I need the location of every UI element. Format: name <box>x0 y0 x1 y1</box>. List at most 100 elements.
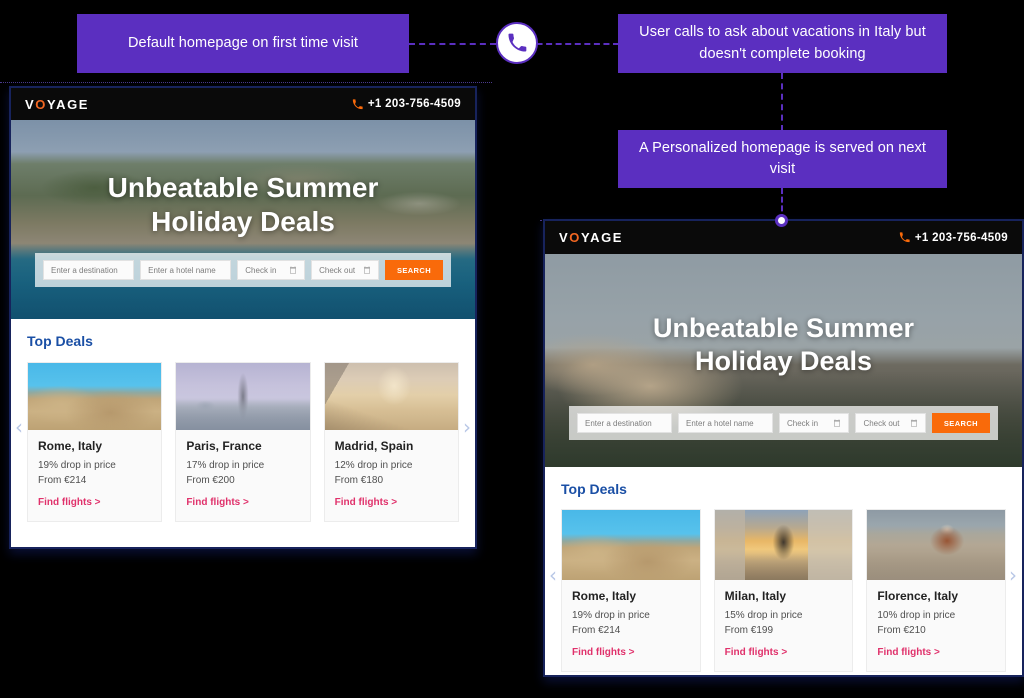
voyage-logo[interactable]: VOYAGE <box>559 230 623 245</box>
deal-card[interactable]: Madrid, Spain 12% drop in price From €18… <box>323 362 459 522</box>
deal-image-eiffel-tower <box>176 363 310 430</box>
checkin-input[interactable]: Check in <box>778 413 850 433</box>
deal-price-drop: 12% drop in price <box>334 460 413 471</box>
logo-v: V <box>559 230 570 245</box>
deal-from-price: From €210 <box>877 624 926 636</box>
deal-card[interactable]: Florence, Italy 10% drop in price From €… <box>866 509 1007 672</box>
phone-icon <box>352 98 363 109</box>
site-header: VOYAGE +1 203-756-4509 <box>11 88 475 120</box>
deal-price-drop: 19% drop in price <box>38 460 116 471</box>
hero-title-line2: Holiday Deals <box>694 345 873 376</box>
deal-city: Rome, Italy <box>572 589 637 603</box>
deal-from-price: From €214 <box>572 624 621 636</box>
logo-o: O <box>35 96 47 112</box>
hero-banner: Unbeatable Summer Holiday Deals Enter a … <box>11 120 475 319</box>
find-flights-link[interactable]: Find flights > <box>877 647 940 658</box>
header-phone-number: +1 203-756-4509 <box>367 98 461 110</box>
phone-icon <box>496 22 538 64</box>
checkout-placeholder: Check out <box>863 418 900 428</box>
deal-cards: Rome, Italy 19% drop in price From €214 … <box>27 362 459 522</box>
top-deals-title: Top Deals <box>561 481 627 497</box>
header-phone[interactable]: +1 203-756-4509 <box>899 232 1008 244</box>
deal-card-body: Paris, France 17% drop in price From €20… <box>176 430 309 521</box>
hotel-input[interactable]: Enter a hotel name <box>140 260 232 280</box>
find-flights-link[interactable]: Find flights > <box>38 497 101 508</box>
find-flights-link[interactable]: Find flights > <box>725 647 788 658</box>
deal-image-madrid-street <box>324 363 458 430</box>
carousel-prev-button[interactable]: ‹ <box>15 417 23 437</box>
deal-city: Madrid, Spain <box>334 439 414 453</box>
deal-from-price: From €180 <box>334 474 384 486</box>
calendar-icon <box>834 419 841 427</box>
logo-v: V <box>25 96 36 112</box>
carousel-next-button[interactable]: › <box>463 417 471 437</box>
checkin-input[interactable]: Check in <box>237 260 306 280</box>
deal-card[interactable]: Milan, Italy 15% drop in price From €199… <box>713 509 854 672</box>
deal-from-price: From €200 <box>186 474 235 486</box>
search-button[interactable]: SEARCH <box>384 260 444 280</box>
search-bar: Enter a destination Enter a hotel name C… <box>35 253 451 287</box>
logo-yage: YAGE <box>581 230 624 245</box>
top-deals-section: Top Deals ‹ › Rome, Italy 19% drop in pr… <box>11 319 475 532</box>
hero-banner: Unbeatable Summer Holiday Deals Enter a … <box>545 254 1022 467</box>
hero-title-line1: Unbeatable Summer <box>652 313 915 343</box>
search-button[interactable]: SEARCH <box>931 413 990 433</box>
logo-o: O <box>569 230 581 245</box>
find-flights-link[interactable]: Find flights > <box>186 497 249 508</box>
deal-card[interactable]: Rome, Italy 19% drop in price From €214 … <box>27 362 163 522</box>
header-phone[interactable]: +1 203-756-4509 <box>352 98 461 110</box>
deal-city: Milan, Italy <box>724 589 787 603</box>
destination-input[interactable]: Enter a destination <box>43 260 135 280</box>
calendar-icon <box>290 266 297 274</box>
hotel-placeholder: Enter a hotel name <box>148 265 216 275</box>
hotel-placeholder: Enter a hotel name <box>685 418 754 428</box>
checkout-input[interactable]: Check out <box>855 413 926 433</box>
deal-price-drop: 15% drop in price <box>724 610 803 621</box>
search-button-label: SEARCH <box>943 418 978 428</box>
browser-window-default: VOYAGE +1 203-756-4509 Unbeatable Summer… <box>9 86 477 549</box>
checkout-placeholder: Check out <box>319 265 356 275</box>
dotted-guide-left <box>0 82 492 83</box>
top-deals-section: Top Deals ‹ › Rome, Italy 19% drop in pr… <box>545 467 1022 675</box>
callout-user-call-text: User calls to ask about vacations in Ita… <box>639 24 926 62</box>
connector-phone-to-call <box>527 43 619 45</box>
header-phone-number: +1 203-756-4509 <box>914 231 1008 244</box>
deal-cards: Rome, Italy 19% drop in price From €214 … <box>561 509 1007 672</box>
diagram-canvas: Default homepage on first time visit Use… <box>0 0 1024 698</box>
hero-title-line1: Unbeatable Summer <box>107 172 379 203</box>
deal-card-body: Rome, Italy 19% drop in price From €214 … <box>28 430 161 521</box>
connector-default-to-phone <box>409 43 496 45</box>
deal-city: Paris, France <box>186 439 262 453</box>
find-flights-link[interactable]: Find flights > <box>335 497 398 508</box>
destination-placeholder: Enter a destination <box>585 418 652 428</box>
checkin-placeholder: Check in <box>786 418 819 428</box>
hero-title: Unbeatable Summer Holiday Deals <box>11 171 475 239</box>
find-flights-link[interactable]: Find flights > <box>572 647 635 658</box>
deal-card[interactable]: Rome, Italy 19% drop in price From €214 … <box>561 509 701 672</box>
carousel-prev-button[interactable]: ‹ <box>549 565 557 585</box>
destination-input[interactable]: Enter a destination <box>577 413 672 433</box>
checkout-input[interactable]: Check out <box>311 260 379 280</box>
deal-from-price: From €214 <box>38 474 87 486</box>
hero-title: Unbeatable Summer Holiday Deals <box>545 312 1022 378</box>
browser-window-personalized: VOYAGE +1 203-756-4509 Unbeatable Summer… <box>543 219 1024 677</box>
deal-card-body: Rome, Italy 19% drop in price From €214 … <box>562 580 700 671</box>
deal-price-drop: 19% drop in price <box>572 610 650 621</box>
deal-image-colosseum <box>562 510 700 580</box>
deal-image-colosseum <box>28 363 162 430</box>
callout-personalized-text: A Personalized homepage is served on nex… <box>638 139 927 177</box>
search-button-label: SEARCH <box>396 265 432 275</box>
deal-from-price: From €199 <box>724 624 774 636</box>
connector-call-to-personalized <box>781 73 783 131</box>
deal-card[interactable]: Paris, France 17% drop in price From €20… <box>175 362 311 522</box>
carousel-next-button[interactable]: › <box>1009 565 1017 585</box>
hotel-input[interactable]: Enter a hotel name <box>677 413 773 433</box>
deal-image-milan-duomo <box>714 510 853 580</box>
voyage-logo[interactable]: VOYAGE <box>25 97 89 112</box>
callout-personalized: A Personalized homepage is served on nex… <box>618 130 947 188</box>
callout-default-visit: Default homepage on first time visit <box>77 14 409 73</box>
checkin-placeholder: Check in <box>245 265 277 275</box>
dot-node <box>775 214 788 227</box>
deal-card-body: Milan, Italy 15% drop in price From €199… <box>715 580 853 671</box>
callout-default-visit-text: Default homepage on first time visit <box>127 34 359 51</box>
